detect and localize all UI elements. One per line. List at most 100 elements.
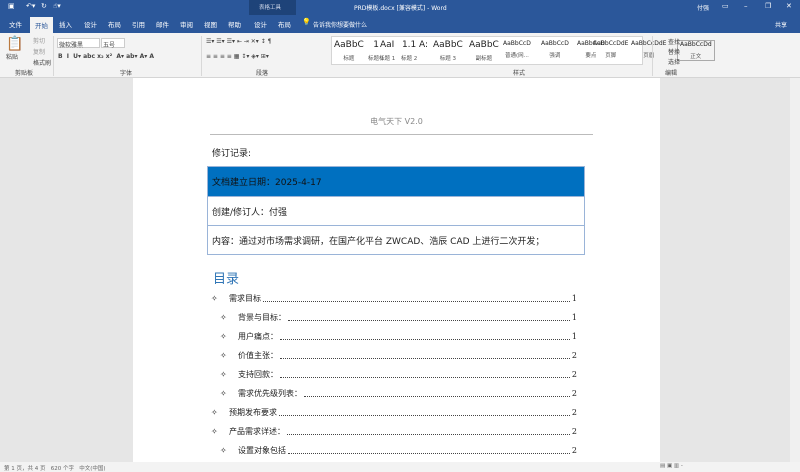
paste-icon[interactable]: 📋 bbox=[6, 36, 23, 52]
header-line bbox=[210, 134, 593, 135]
table-row[interactable]: 内容：通过对市场需求调研，在国产化平台 ZWCAD、浩辰 CAD 上进行二次开发… bbox=[208, 225, 584, 254]
tab-design[interactable]: 设计 bbox=[84, 19, 97, 29]
touch-mode-icon[interactable]: ☝▾ bbox=[53, 2, 61, 10]
tab-insert[interactable]: 插入 bbox=[59, 19, 72, 29]
restore-icon[interactable]: ❐ bbox=[765, 2, 771, 10]
toc-entry[interactable]: ✧ 预期发布要求 2 bbox=[211, 407, 577, 418]
styles-group-label: 样式 bbox=[513, 70, 526, 77]
style-sample: AaBbCcDdE bbox=[593, 40, 629, 47]
divider bbox=[53, 36, 54, 76]
toc-page: 2 bbox=[571, 351, 577, 360]
align-buttons[interactable]: ≡ ≡ ≡ ≡ ▦ ↕▾ ◈▾ ⊞▾ bbox=[206, 53, 269, 60]
diamond-bullet-icon: ✧ bbox=[220, 313, 227, 322]
tab-layout[interactable]: 布局 bbox=[108, 19, 121, 29]
paste-button[interactable]: 粘贴 bbox=[6, 52, 18, 61]
style-sample: AaBbC bbox=[469, 40, 499, 50]
toc-entry[interactable]: ✧ 产品需求详述： 2 bbox=[211, 426, 577, 437]
font-name-select[interactable]: 微软雅黑 bbox=[57, 38, 100, 49]
toc-text: 需求优先级列表： bbox=[238, 389, 302, 398]
tab-mailings[interactable]: 邮件 bbox=[156, 19, 169, 29]
tab-table-design[interactable]: 设计 bbox=[254, 19, 267, 29]
toc-text: 价值主张： bbox=[238, 351, 278, 360]
divider bbox=[652, 36, 653, 76]
tab-table-layout[interactable]: 布局 bbox=[278, 19, 291, 29]
copy-button[interactable]: 复制 bbox=[33, 47, 45, 56]
toc-text: 预期发布要求 bbox=[229, 408, 277, 417]
undo-icon[interactable]: ↶▾ bbox=[26, 2, 35, 10]
tab-references[interactable]: 引用 bbox=[132, 19, 145, 29]
font-format-buttons[interactable]: B I U▾ abc x₂ x² A▾ ab▾ A▾ A bbox=[58, 53, 154, 60]
toc-text: 支持回款： bbox=[238, 370, 278, 379]
toc-entry[interactable]: ✧ 需求目标 1 bbox=[211, 293, 577, 304]
toc-entry[interactable]: ✧ 支持回款： 2 bbox=[220, 369, 577, 380]
toc-page: 2 bbox=[571, 408, 577, 417]
diamond-bullet-icon: ✧ bbox=[211, 294, 218, 303]
style-item[interactable]: AaBbC 标题 bbox=[334, 40, 364, 62]
diamond-bullet-icon: ✧ bbox=[211, 427, 218, 436]
style-item[interactable]: AaBbCcDdE 页脚 bbox=[593, 40, 628, 59]
toc-text: 背景与目标： bbox=[238, 313, 286, 322]
status-bar: 第 1 页，共 4 页 620 个字 中文(中国) ▤ ▣ ▥ - bbox=[0, 462, 800, 472]
toc-page: 2 bbox=[571, 370, 577, 379]
style-sample: AaBbCcD bbox=[541, 40, 569, 47]
diamond-bullet-icon: ✧ bbox=[211, 408, 218, 417]
tab-view[interactable]: 视图 bbox=[204, 19, 217, 29]
toc-entry[interactable]: ✧ 需求优先级列表： 2 bbox=[220, 388, 577, 399]
toc-page: 2 bbox=[571, 389, 577, 398]
user-name[interactable]: 付强 bbox=[697, 3, 709, 12]
toc-entry[interactable]: ✧ 用户痛点： 1 bbox=[220, 331, 577, 342]
tab-file[interactable]: 文件 bbox=[9, 19, 22, 29]
diamond-bullet-icon: ✧ bbox=[220, 370, 227, 379]
language[interactable]: 中文(中国) bbox=[79, 466, 105, 472]
revision-table[interactable]: 文档建立日期：2025-4-17 创建/修订人：付强 内容：通过对市场需求调研，… bbox=[207, 166, 585, 255]
editing-group-label: 编辑 bbox=[665, 70, 678, 77]
ribbon-display-icon[interactable]: ▭ bbox=[722, 2, 729, 10]
toc-page: 1 bbox=[571, 294, 577, 303]
style-label: 标题 2 bbox=[401, 56, 418, 62]
style-label: 普通(网... bbox=[504, 53, 529, 59]
title-bar: 表格工具 ▣ ↶▾ ↻ ☝▾ PRD模板.docx [兼容模式] - Word … bbox=[0, 0, 800, 32]
close-icon[interactable]: ✕ bbox=[786, 2, 792, 10]
page-count[interactable]: 第 1 页，共 4 页 bbox=[4, 466, 46, 472]
share-button[interactable]: 共享 bbox=[775, 20, 787, 29]
divider bbox=[201, 36, 202, 76]
style-item[interactable]: AaBbCcD 普通(网... bbox=[503, 40, 531, 59]
tab-home[interactable]: 开始 bbox=[30, 17, 53, 33]
style-sample: A: bbox=[419, 40, 429, 50]
cut-button[interactable]: 剪切 bbox=[33, 36, 45, 45]
font-size-select[interactable]: 五号 bbox=[101, 38, 125, 49]
save-icon[interactable]: ▣ bbox=[8, 2, 15, 10]
tab-review[interactable]: 审阅 bbox=[180, 19, 193, 29]
toc-entry[interactable]: ✧ 设置对象包括 2 bbox=[220, 445, 577, 456]
minimize-icon[interactable]: – bbox=[744, 2, 748, 10]
document-page[interactable]: 电气天下 V2.0 修订记录: 文档建立日期：2025-4-17 创建/修订人：… bbox=[133, 78, 660, 462]
tab-help[interactable]: 帮助 bbox=[228, 19, 241, 29]
toc-page: 2 bbox=[571, 427, 577, 436]
style-item[interactable]: AaBbCcDd 正文 bbox=[677, 40, 715, 61]
replace-button[interactable]: 替换 bbox=[660, 47, 680, 56]
style-item[interactable]: AaI 标题 1 bbox=[379, 40, 395, 62]
toc-entry[interactable]: ✧ 背景与目标： 1 bbox=[220, 312, 577, 323]
style-sample: AaBbC bbox=[334, 40, 364, 50]
toc-leader bbox=[287, 433, 570, 435]
select-button[interactable]: 选择 bbox=[660, 57, 680, 66]
find-button[interactable]: 查找 bbox=[660, 37, 680, 46]
redo-icon[interactable]: ↻ bbox=[41, 2, 47, 10]
table-row[interactable]: 创建/修订人：付强 bbox=[208, 196, 584, 225]
page-header: 电气天下 V2.0 bbox=[370, 117, 423, 126]
style-item[interactable]: AaBbC 标题 3 bbox=[433, 40, 463, 62]
vertical-scrollbar[interactable] bbox=[790, 78, 800, 462]
table-row[interactable]: 文档建立日期：2025-4-17 bbox=[208, 167, 584, 196]
toc-entry[interactable]: ✧ 价值主张： 2 bbox=[220, 350, 577, 361]
toc-title: 目录 bbox=[213, 272, 240, 287]
style-item[interactable]: AaBbC 副标题 bbox=[469, 40, 499, 62]
style-item[interactable]: A: bbox=[419, 40, 428, 54]
word-count[interactable]: 620 个字 bbox=[51, 466, 74, 472]
style-item[interactable]: AaBbCcD 强调 bbox=[541, 40, 569, 59]
view-buttons[interactable]: ▤ ▣ ▥ - bbox=[660, 463, 683, 469]
style-item[interactable]: 1.1 标题 2 bbox=[401, 40, 417, 62]
paragraph-buttons[interactable]: ☰▾ ☰▾ ☰▾ ⇤ ⇥ ✕▾ ↕ ¶ bbox=[206, 38, 271, 45]
format-painter-button[interactable]: 格式刷 bbox=[33, 58, 51, 67]
tell-me-input[interactable]: 告诉我你想要做什么 bbox=[313, 20, 367, 29]
window-title: PRD模板.docx [兼容模式] - Word bbox=[354, 5, 447, 12]
